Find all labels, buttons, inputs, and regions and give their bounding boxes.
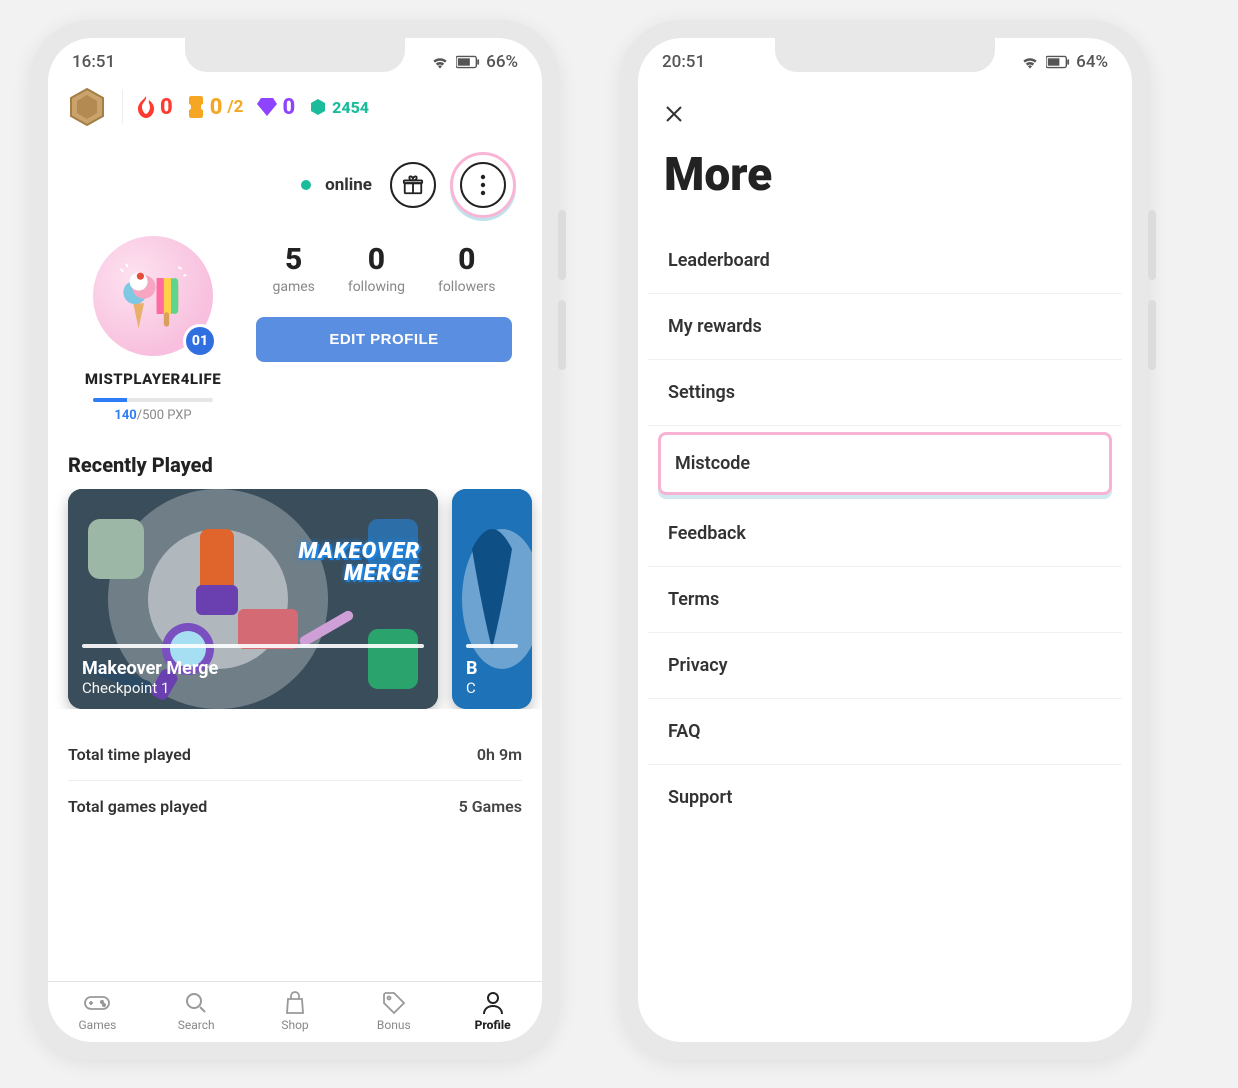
gift-icon [402, 174, 424, 196]
close-button[interactable] [664, 104, 1106, 130]
tab-profile[interactable]: Profile [443, 990, 542, 1032]
gift-button[interactable] [390, 162, 436, 208]
avatar[interactable]: 01 [93, 236, 213, 356]
menu-item-privacy[interactable]: Privacy [648, 633, 1122, 699]
game-progress-bar [82, 644, 424, 648]
pxp-text: 140/500 PXP [68, 408, 238, 423]
tab-shop[interactable]: Shop [246, 990, 345, 1032]
recently-played-carousel[interactable]: MAKEOVER MERGE Makeover Merge Checkpoint… [48, 489, 542, 709]
tag-icon [382, 991, 406, 1015]
menu-item-mistcode[interactable]: Mistcode [658, 432, 1112, 495]
currency-fire[interactable]: 0 [137, 95, 173, 120]
game-card[interactable]: B C [452, 489, 532, 709]
page-title: More [664, 148, 1106, 202]
status-battery: 64% [1076, 52, 1108, 72]
wifi-icon [1020, 54, 1040, 70]
tab-search[interactable]: Search [147, 990, 246, 1032]
menu-item-support[interactable]: Support [648, 765, 1122, 830]
more-button[interactable] [460, 162, 506, 208]
battery-icon [1046, 55, 1070, 69]
ticket-icon [187, 96, 205, 118]
side-button [1148, 300, 1156, 370]
game-progress-bar [466, 644, 518, 648]
flame-icon [137, 96, 155, 118]
currency-bar: 0 0/2 0 2454 [48, 78, 542, 142]
side-button [558, 210, 566, 280]
game-card[interactable]: MAKEOVER MERGE Makeover Merge Checkpoint… [68, 489, 438, 709]
coin-icon [309, 98, 327, 116]
stat-following[interactable]: 0 following [348, 242, 405, 295]
online-label: online [325, 175, 372, 195]
bottom-tab-bar: Games Search Shop Bonus Profile [48, 981, 542, 1042]
rank-badge-icon[interactable] [66, 86, 108, 128]
phone-mock-right: 20:51 64% More Leaderboard My rewards Se… [620, 20, 1150, 1060]
online-dot-icon [301, 180, 311, 190]
game-card-title: B [466, 658, 518, 679]
game-card-subtitle: Checkpoint 1 [82, 679, 424, 697]
more-menu-list: Leaderboard My rewards Settings Mistcode… [638, 208, 1132, 830]
tab-games[interactable]: Games [48, 990, 147, 1032]
level-badge: 01 [183, 324, 217, 358]
menu-item-faq[interactable]: FAQ [648, 699, 1122, 765]
currency-coins[interactable]: 2454 [309, 98, 369, 117]
tab-bonus[interactable]: Bonus [344, 990, 443, 1032]
search-icon [185, 992, 207, 1014]
recently-played-title: Recently Played [48, 423, 542, 489]
side-button [1148, 210, 1156, 280]
game-card-subtitle: C [466, 679, 518, 697]
gamepad-icon [83, 993, 111, 1013]
avatar-image [108, 251, 198, 341]
phone-notch [185, 38, 405, 72]
status-time: 16:51 [72, 52, 115, 72]
game-card-title: Makeover Merge [82, 658, 424, 679]
wifi-icon [430, 54, 450, 70]
username: MISTPLAYER4LIFE [68, 370, 238, 388]
currency-tickets[interactable]: 0/2 [187, 95, 244, 120]
kebab-icon [480, 174, 486, 196]
status-time: 20:51 [662, 52, 705, 72]
menu-item-leaderboard[interactable]: Leaderboard [648, 228, 1122, 294]
gem-icon [257, 98, 277, 116]
currency-gems[interactable]: 0 [257, 95, 295, 120]
close-icon [664, 104, 684, 124]
status-battery: 66% [486, 52, 518, 72]
more-button-highlight [450, 152, 516, 218]
phone-notch [775, 38, 995, 72]
pxp-progress-bar [93, 398, 213, 402]
menu-item-terms[interactable]: Terms [648, 567, 1122, 633]
total-games-row: Total games played 5 Games [68, 781, 522, 832]
stat-followers[interactable]: 0 followers [438, 242, 496, 295]
side-button [558, 300, 566, 370]
menu-item-my-rewards[interactable]: My rewards [648, 294, 1122, 360]
profile-icon [482, 991, 504, 1015]
menu-item-settings[interactable]: Settings [648, 360, 1122, 426]
edit-profile-button[interactable]: EDIT PROFILE [256, 317, 512, 362]
menu-item-feedback[interactable]: Feedback [648, 501, 1122, 567]
phone-mock-left: 16:51 66% 0 0/2 0 [30, 20, 560, 1060]
total-time-row: Total time played 0h 9m [68, 729, 522, 781]
game-card-logo: MAKEOVER MERGE [298, 541, 420, 585]
stat-games[interactable]: 5 games [272, 242, 314, 295]
bag-icon [284, 991, 306, 1015]
battery-icon [456, 55, 480, 69]
